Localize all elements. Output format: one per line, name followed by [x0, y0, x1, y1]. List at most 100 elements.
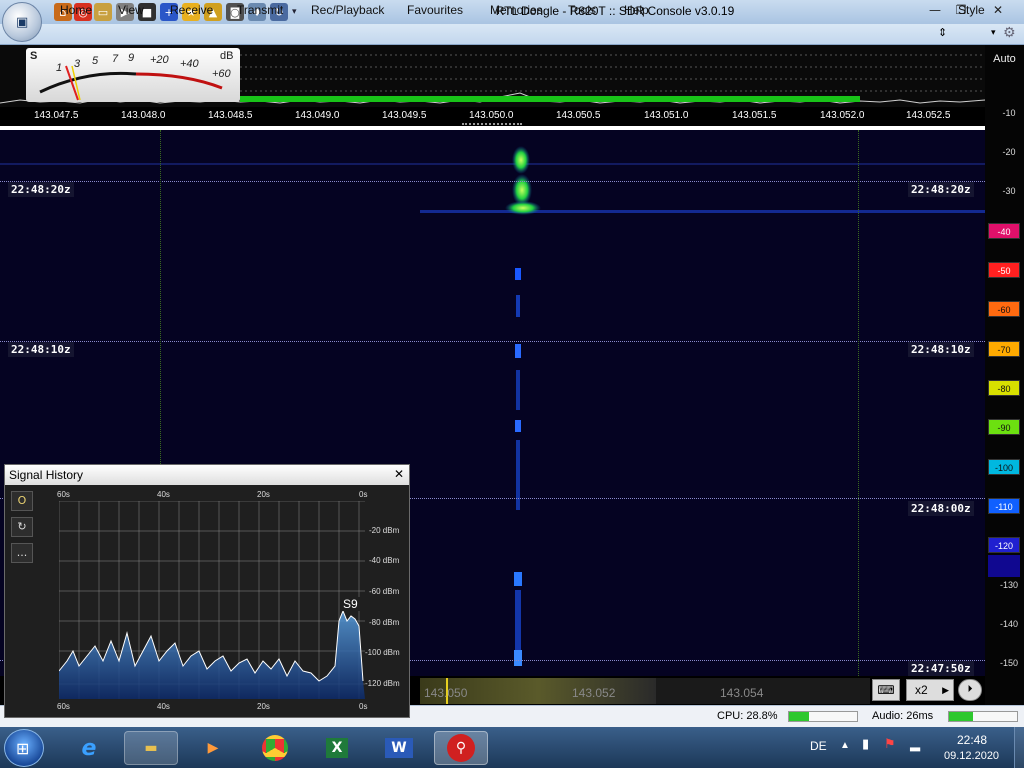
cpu-meter-fill: [789, 712, 809, 721]
db-label: -140: [999, 619, 1018, 629]
windows-logo-icon: ⊞: [16, 739, 30, 758]
clock-time[interactable]: 22:48: [957, 733, 987, 747]
time-axis-label: 20s: [257, 490, 270, 499]
tab-tools[interactable]: Tools: [568, 3, 596, 17]
db-color-cell: -120: [988, 537, 1020, 553]
ribbon-tabs: [0, 24, 1024, 45]
freq-label: 143.052.0: [820, 110, 865, 121]
tab-transmit[interactable]: Transmit: [237, 3, 283, 17]
db-color-cell: -70: [988, 341, 1020, 357]
language-indicator[interactable]: DE: [810, 739, 827, 753]
db-label: -10: [1002, 108, 1016, 118]
freq-label: 143.051.0: [644, 110, 689, 121]
audio-status: Audio: 26ms: [872, 710, 934, 722]
tab-rec-playback[interactable]: Rec/Playback: [311, 3, 384, 17]
freq-label: 143.049.0: [295, 110, 340, 121]
db-scale: [985, 45, 1024, 705]
freq-label: 143.047.5: [34, 110, 79, 121]
s-label-9: 9: [128, 52, 135, 64]
device-tray-icon[interactable]: ▮: [862, 737, 869, 752]
s-label-plus40: +40: [180, 58, 199, 70]
show-desktop-button[interactable]: [1014, 727, 1024, 768]
time-axis-label: 60s: [57, 702, 70, 711]
tab-home[interactable]: Home: [60, 3, 92, 17]
keyboard-icon[interactable]: ⌨: [872, 679, 900, 701]
more-button[interactable]: ...: [11, 543, 33, 563]
zoom-arrow-icon: ▶: [942, 685, 949, 695]
time-axis-label: 40s: [157, 702, 170, 711]
freq-label: 143.049.5: [382, 110, 427, 121]
db-color-cell: -50: [988, 262, 1020, 278]
tab-view[interactable]: View: [118, 3, 144, 17]
style-dropdown-icon[interactable]: ▾: [991, 27, 996, 38]
sdr-console-taskbar-icon[interactable]: ⚲: [434, 731, 488, 765]
cpu-meter: [788, 711, 858, 722]
dbm-axis-label: -120 dBm: [365, 679, 400, 688]
freq-label: 143.051.5: [732, 110, 777, 121]
network-tray-icon[interactable]: ▂: [910, 737, 920, 752]
time-gridline: [0, 341, 985, 342]
style-menu[interactable]: Style: [958, 3, 985, 17]
excel-icon[interactable]: X: [310, 731, 364, 765]
time-label: 22:48:10z: [908, 342, 974, 357]
flag-tray-icon[interactable]: ⚑: [884, 737, 896, 752]
collapse-arrows-icon[interactable]: ⇕: [938, 26, 947, 39]
tray-expand-icon[interactable]: ▲: [840, 740, 850, 751]
tab-help[interactable]: Help: [624, 3, 649, 17]
folder-icon[interactable]: ▭: [94, 3, 112, 21]
time-axis-label: 60s: [57, 490, 70, 499]
time-axis-label: 0s: [359, 702, 368, 711]
auto-button[interactable]: Auto: [987, 50, 1022, 68]
time-gridline: [0, 181, 985, 182]
close-icon[interactable]: ✕: [394, 467, 404, 481]
s-label-plus20: +20: [150, 54, 169, 66]
audio-meter-fill: [949, 712, 973, 721]
s-label-5: 5: [92, 55, 99, 67]
time-label: 22:48:10z: [8, 342, 74, 357]
record-button[interactable]: O: [11, 491, 33, 511]
freq-label: 143.052.5: [906, 110, 951, 121]
customize-dropdown-icon[interactable]: ▾: [292, 6, 297, 17]
chrome-icon[interactable]: [248, 731, 302, 765]
dbm-axis-label: -100 dBm: [365, 648, 400, 657]
freq-label: 143.050.0: [469, 110, 514, 121]
gear-icon[interactable]: ⚙: [1003, 25, 1016, 41]
time-label: 22:48:00z: [908, 501, 974, 516]
clock-date[interactable]: 09.12.2020: [944, 750, 999, 762]
tab-receive[interactable]: Receive: [170, 3, 213, 17]
db-label: -30: [1002, 186, 1016, 196]
freq-label: 143.048.0: [121, 110, 166, 121]
s-label: S: [30, 50, 38, 62]
drag-handle[interactable]: [462, 123, 522, 125]
s-label-3: 3: [74, 58, 81, 70]
time-axis-label: 40s: [157, 490, 170, 499]
signal-history-titlebar[interactable]: Signal History ✕: [5, 465, 409, 485]
signal-level-bar: [240, 96, 860, 102]
s-label-7: 7: [112, 53, 119, 65]
signal-history-panel: Signal History ✕ O ↻ ... 60s 40s 20s 0s …: [4, 464, 410, 718]
reset-button[interactable]: ↻: [11, 517, 33, 537]
app-menu-button[interactable]: ▣: [2, 2, 42, 42]
tab-memories[interactable]: Memories: [490, 3, 543, 17]
internet-explorer-icon[interactable]: e: [62, 731, 116, 765]
time-label: 22:48:20z: [8, 182, 74, 197]
time-label: 22:47:50z: [908, 661, 974, 676]
signal-history-plot: [59, 501, 365, 699]
tab-favourites[interactable]: Favourites: [407, 3, 463, 17]
zoom-selector[interactable]: x2 ▶: [906, 679, 954, 701]
dbm-axis-label: -60 dBm: [369, 587, 400, 596]
file-explorer-icon[interactable]: ▬: [124, 731, 178, 765]
audio-meter: [948, 711, 1018, 722]
media-player-icon[interactable]: ▶: [186, 731, 240, 765]
zoom-value: x2: [915, 683, 928, 697]
bottom-freq-label: 143.052: [572, 686, 616, 700]
playback-toggle-icon[interactable]: ⏵: [958, 679, 982, 701]
db-color-cell: -60: [988, 301, 1020, 317]
freq-label: 143.048.5: [208, 110, 253, 121]
db-color-cell: [988, 555, 1020, 577]
db-color-cell: -40: [988, 223, 1020, 239]
db-color-cell: -90: [988, 419, 1020, 435]
word-icon[interactable]: W: [372, 731, 426, 765]
signal-history-title: Signal History: [9, 468, 84, 482]
time-axis-label: 20s: [257, 702, 270, 711]
